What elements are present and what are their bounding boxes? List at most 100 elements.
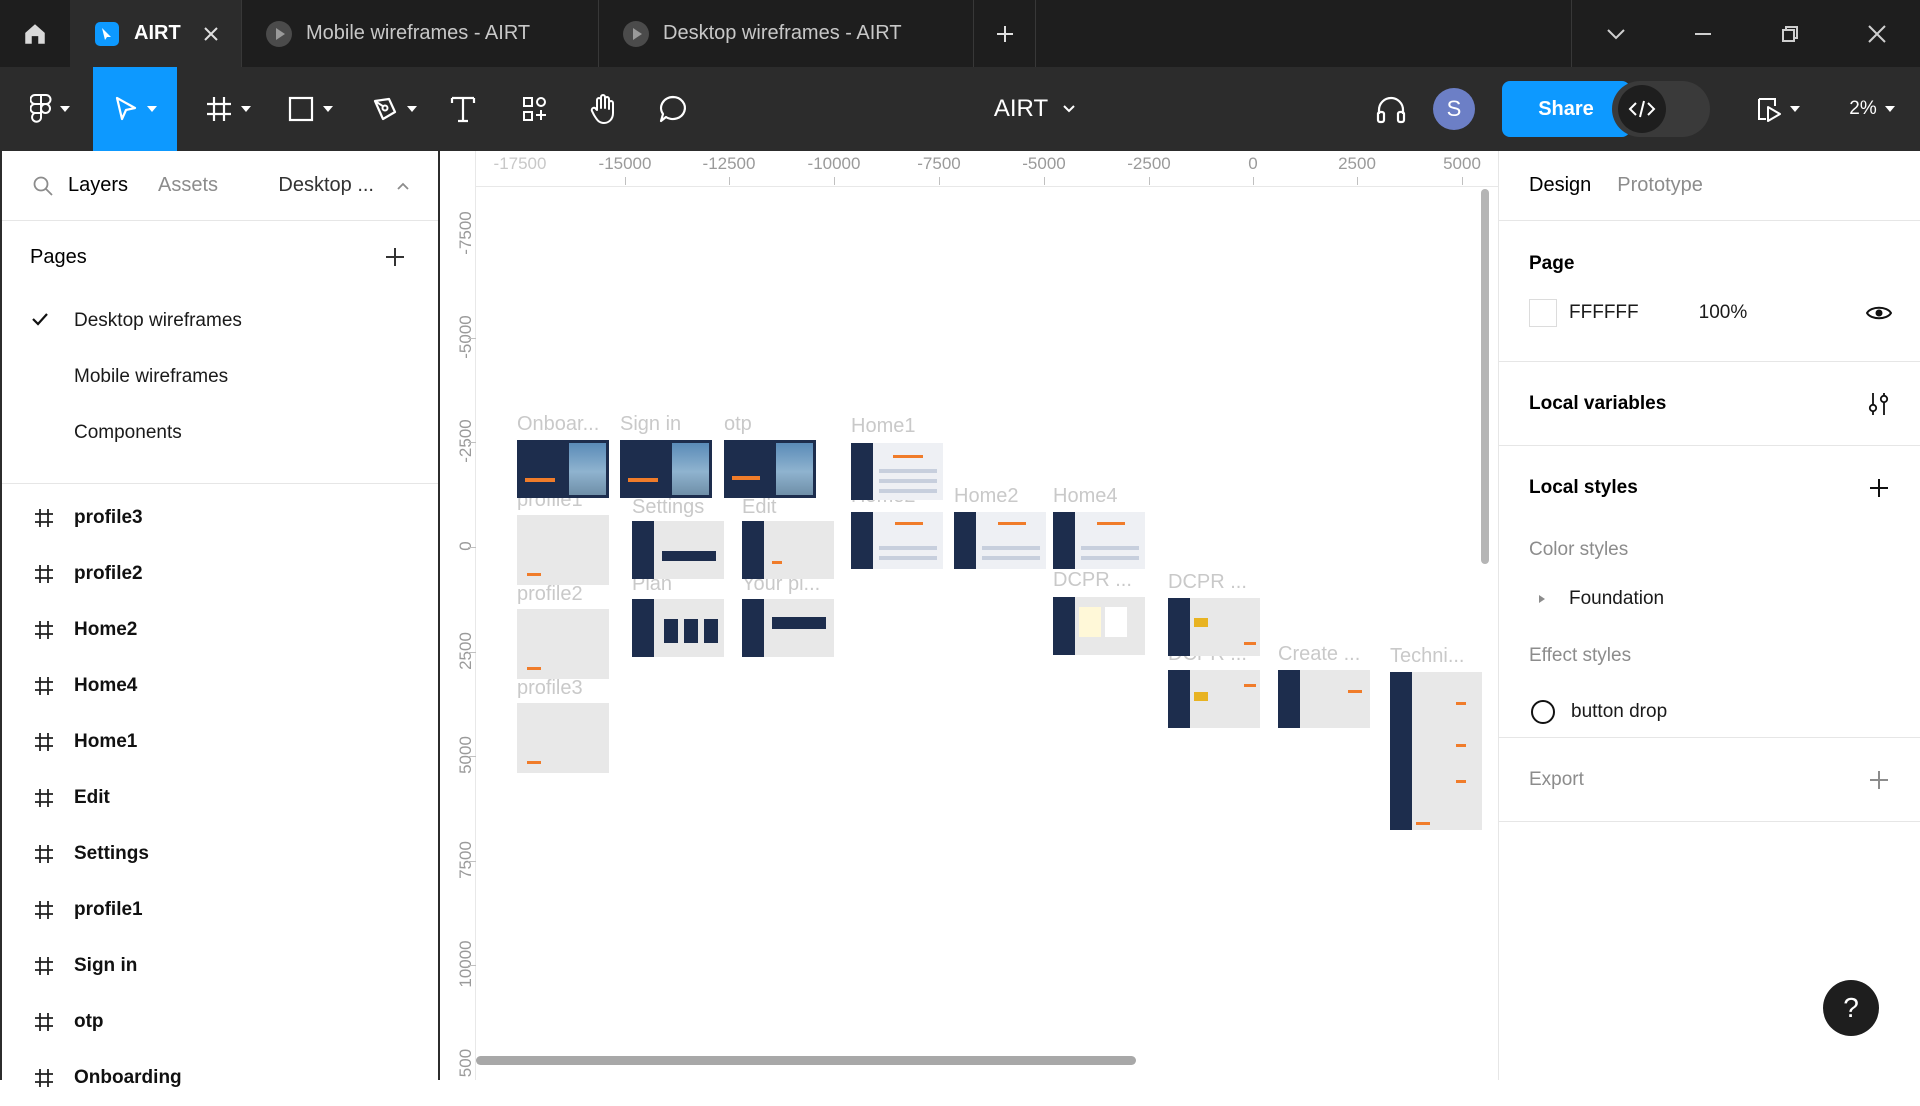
main-menu-button[interactable] [20,67,80,151]
add-style-button[interactable] [1868,477,1890,499]
audio-chat-button[interactable] [1370,67,1412,151]
text-tool-button[interactable] [443,67,483,151]
frame-label[interactable]: Edit [742,496,776,519]
frame-label[interactable]: profile3 [517,677,583,700]
shape-tool-button[interactable] [280,67,340,151]
frame-image [776,443,813,495]
layer-item[interactable]: otp [2,994,438,1050]
frame-label[interactable]: Onboar... [517,413,599,436]
file-title-button[interactable]: AIRT [960,67,1110,151]
move-tool-button[interactable] [93,67,177,151]
restore-button[interactable] [1746,0,1833,67]
frame-sidebar [1168,670,1190,728]
frame-label[interactable]: Settings [632,496,704,519]
page-item-mobile-wireframes[interactable]: Mobile wireframes [2,349,438,405]
minimize-button[interactable] [1659,0,1746,67]
frame-label[interactable]: DCPR ... [1053,569,1132,592]
dev-mode-toggle[interactable] [1612,81,1710,137]
tab-airt[interactable]: AIRT [70,0,242,67]
new-tab-button[interactable] [974,0,1036,67]
frame-dcpr[interactable] [1168,598,1260,656]
canvas[interactable]: -17500 -15000 -12500 -10000 -7500 -5000 … [440,151,1498,1080]
hand-tool-button[interactable] [583,67,625,151]
frame-profile2[interactable] [517,609,609,679]
home-button[interactable] [0,0,70,67]
frame-label[interactable]: profile2 [517,583,583,606]
frame-profile1[interactable] [517,515,609,585]
tab-mobile-wireframes[interactable]: Mobile wireframes - AIRT [242,0,599,67]
resources-button[interactable] [515,67,555,151]
vertical-scrollbar[interactable] [1481,189,1489,564]
layer-item[interactable]: Onboarding [2,1050,438,1106]
chevron-up-icon[interactable] [396,181,410,191]
frame-tool-button[interactable] [198,67,258,151]
frame-plan[interactable] [632,599,724,657]
frame-button [527,761,541,764]
open-variables-button[interactable] [1868,391,1890,417]
frame-home2[interactable] [851,512,943,569]
frame-home4[interactable] [1053,512,1145,569]
frame-home1[interactable] [851,443,943,500]
layer-item[interactable]: Edit [2,770,438,826]
zoom-dropdown[interactable]: 2% [1832,67,1912,151]
frame-label[interactable]: Home2 [954,485,1018,508]
frame-profile3[interactable] [517,703,609,773]
add-page-button[interactable] [384,246,406,268]
frame-otp[interactable] [724,440,816,498]
page-item-desktop-wireframes[interactable]: Desktop wireframes [2,293,438,349]
tab-desktop-wireframes[interactable]: Desktop wireframes - AIRT [599,0,974,67]
horizontal-scrollbar[interactable] [476,1056,1136,1065]
layer-item[interactable]: profile3 [2,490,438,546]
page-color-swatch[interactable] [1529,299,1557,327]
style-group-foundation[interactable]: Foundation [1499,570,1920,628]
layer-item[interactable]: Home1 [2,714,438,770]
frame-label[interactable]: Home1 [851,415,915,438]
frame-chip [1194,692,1208,701]
tabs-dropdown-button[interactable] [1572,0,1659,67]
effect-style-item[interactable]: button drop [1499,684,1920,740]
tab-prototype[interactable]: Prototype [1617,174,1703,197]
frame-label[interactable]: Create ... [1278,643,1360,666]
frame-label[interactable]: Sign in [620,413,681,436]
page-opacity-value[interactable]: 100% [1699,302,1748,324]
tab-layers[interactable]: Layers [68,174,128,197]
add-export-button[interactable] [1868,769,1890,791]
layer-item[interactable]: profile2 [2,546,438,602]
frame-dcpr[interactable] [1168,670,1260,728]
pen-tool-button[interactable] [364,67,424,151]
frame-label[interactable]: Techni... [1390,645,1464,668]
layer-item[interactable]: profile1 [2,882,438,938]
share-button[interactable]: Share [1502,81,1630,137]
layer-item[interactable]: Settings [2,826,438,882]
frame-sign-in[interactable] [620,440,712,498]
layer-item[interactable]: Home2 [2,602,438,658]
close-tab-button[interactable] [201,24,221,44]
frame-dcpr[interactable] [1053,597,1145,655]
present-button[interactable] [1748,67,1808,151]
layer-item[interactable]: Sign in [2,938,438,994]
frame-onboarding[interactable] [517,440,609,498]
tab-assets[interactable]: Assets [158,174,218,197]
page-selector[interactable]: Desktop ... [278,174,374,197]
visibility-toggle[interactable] [1866,304,1892,322]
frame-label[interactable]: DCPR ... [1168,571,1247,594]
page-item-components[interactable]: Components [2,405,438,461]
frame-home2[interactable] [954,512,1046,569]
layer-item[interactable]: Home4 [2,658,438,714]
frame-label[interactable]: otp [724,413,752,436]
frame-button [527,573,541,576]
close-window-button[interactable] [1833,0,1920,67]
right-panel: Design Prototype Page FFFFFF 100% Local … [1498,151,1920,1080]
user-avatar[interactable]: S [1432,67,1476,151]
comment-tool-button[interactable] [652,67,694,151]
tab-design[interactable]: Design [1529,174,1591,197]
frame-settings[interactable] [632,521,724,579]
help-button[interactable]: ? [1823,980,1879,1036]
frame-edit[interactable] [742,521,834,579]
page-color-value[interactable]: FFFFFF [1569,302,1639,324]
search-icon[interactable] [32,175,54,197]
frame-create[interactable] [1278,670,1370,728]
frame-technical[interactable] [1390,672,1482,830]
frame-label[interactable]: Home4 [1053,485,1117,508]
frame-your-plan[interactable] [742,599,834,657]
